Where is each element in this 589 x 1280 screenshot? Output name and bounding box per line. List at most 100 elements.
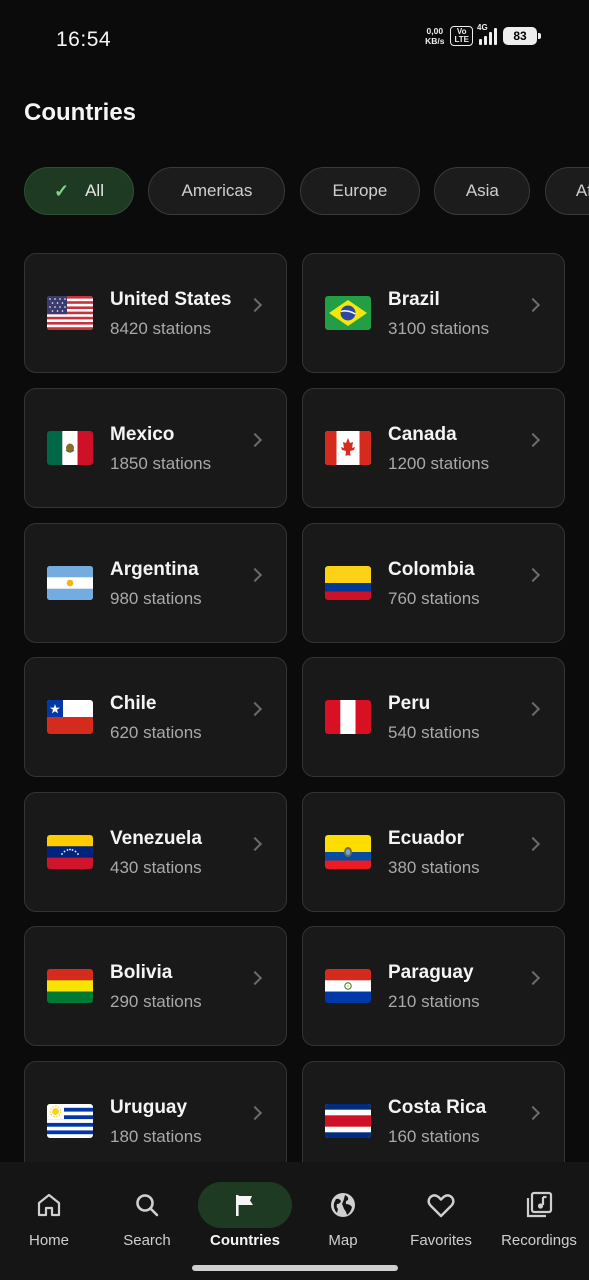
- paraguay-flag-icon: [325, 969, 371, 1003]
- filter-chip-all[interactable]: ✓ All: [24, 167, 134, 215]
- heart-icon: [394, 1182, 488, 1228]
- country-card-united-states[interactable]: United States 8420 stations: [24, 253, 287, 373]
- search-icon: [100, 1182, 194, 1228]
- music-library-icon: [492, 1182, 586, 1228]
- station-count: 380 stations: [388, 858, 480, 877]
- country-name: Paraguay: [388, 962, 474, 983]
- region-filter-chips: ✓ All Americas Europe Asia Africa: [24, 167, 589, 217]
- us-flag-icon: [47, 296, 93, 330]
- chevron-right-icon: [525, 297, 541, 313]
- station-count: 290 stations: [110, 992, 202, 1011]
- chevron-right-icon: [525, 1105, 541, 1121]
- volte-icon: Vo LTE: [450, 26, 473, 46]
- station-count: 980 stations: [110, 589, 202, 608]
- chevron-right-icon: [525, 567, 541, 583]
- country-name: Argentina: [110, 559, 199, 580]
- station-count: 180 stations: [110, 1127, 202, 1146]
- country-card-brazil[interactable]: Brazil 3100 stations: [302, 253, 565, 373]
- station-count: 760 stations: [388, 589, 480, 608]
- station-count: 1200 stations: [388, 454, 490, 473]
- filter-chip-asia[interactable]: Asia: [434, 167, 531, 215]
- chevron-right-icon: [247, 1105, 263, 1121]
- country-name: Ecuador: [388, 828, 465, 849]
- country-grid: United States 8420 stations Brazil 3100 …: [24, 253, 565, 1162]
- country-name: Peru: [388, 693, 431, 714]
- country-name: Bolivia: [110, 962, 173, 983]
- country-card-argentina[interactable]: Argentina 980 stations: [24, 523, 287, 643]
- chevron-right-icon: [247, 432, 263, 448]
- chevron-right-icon: [525, 836, 541, 852]
- chile-flag-icon: [47, 700, 93, 734]
- status-time: 16:54: [56, 28, 112, 51]
- home-icon: [2, 1182, 96, 1228]
- globe-icon: [296, 1182, 390, 1228]
- country-name: Mexico: [110, 424, 175, 445]
- chevron-right-icon: [247, 297, 263, 313]
- bottom-navigation: Home Search Countries Map Favorites Reco…: [0, 1162, 589, 1280]
- status-indicators: 0,00 KB/s Vo LTE 4G 83: [425, 23, 541, 46]
- page-title: Countries: [24, 99, 137, 126]
- mexico-flag-icon: [47, 431, 93, 465]
- battery-icon: 83: [503, 27, 541, 45]
- chevron-right-icon: [247, 701, 263, 717]
- country-name: Colombia: [388, 559, 475, 580]
- station-count: 1850 stations: [110, 454, 212, 473]
- nav-map[interactable]: Map: [294, 1162, 392, 1262]
- country-card-uruguay[interactable]: Uruguay 180 stations: [24, 1061, 287, 1162]
- station-count: 8420 stations: [110, 319, 212, 338]
- station-count: 620 stations: [110, 723, 202, 742]
- costa-rica-flag-icon: [325, 1104, 371, 1138]
- country-card-colombia[interactable]: Colombia 760 stations: [302, 523, 565, 643]
- chevron-right-icon: [247, 567, 263, 583]
- nav-recordings[interactable]: Recordings: [490, 1162, 588, 1262]
- peru-flag-icon: [325, 700, 371, 734]
- country-name: Brazil: [388, 289, 440, 310]
- chevron-right-icon: [247, 836, 263, 852]
- chevron-right-icon: [525, 432, 541, 448]
- station-count: 540 stations: [388, 723, 480, 742]
- colombia-flag-icon: [325, 566, 371, 600]
- station-count: 3100 stations: [388, 319, 490, 338]
- filter-chip-africa[interactable]: Africa: [544, 167, 589, 215]
- signal-icon: 4G: [477, 23, 497, 45]
- country-card-canada[interactable]: Canada 1200 stations: [302, 388, 565, 508]
- ecuador-flag-icon: [325, 835, 371, 869]
- nav-countries[interactable]: Countries: [196, 1162, 294, 1262]
- country-card-ecuador[interactable]: Ecuador 380 stations: [302, 792, 565, 912]
- country-card-chile[interactable]: Chile 620 stations: [24, 657, 287, 777]
- station-count: 160 stations: [388, 1127, 480, 1146]
- chevron-right-icon: [525, 701, 541, 717]
- uruguay-flag-icon: [47, 1104, 93, 1138]
- filter-chip-europe[interactable]: Europe: [299, 167, 420, 215]
- check-icon: ✓: [54, 180, 70, 201]
- country-card-venezuela[interactable]: Venezuela 430 stations: [24, 792, 287, 912]
- bolivia-flag-icon: [47, 969, 93, 1003]
- venezuela-flag-icon: [47, 835, 93, 869]
- station-count: 210 stations: [388, 992, 480, 1011]
- nav-home[interactable]: Home: [0, 1162, 98, 1262]
- chevron-right-icon: [247, 970, 263, 986]
- country-card-paraguay[interactable]: Paraguay 210 stations: [302, 926, 565, 1046]
- chevron-right-icon: [525, 970, 541, 986]
- country-name: Venezuela: [110, 828, 202, 849]
- status-bar: 16:54 0,00 KB/s Vo LTE 4G 83: [0, 0, 589, 80]
- canada-flag-icon: [325, 431, 371, 465]
- filter-chip-americas[interactable]: Americas: [148, 167, 286, 215]
- country-card-costa-rica[interactable]: Costa Rica 160 stations: [302, 1061, 565, 1162]
- station-count: 430 stations: [110, 858, 202, 877]
- nav-favorites[interactable]: Favorites: [392, 1162, 490, 1262]
- flag-icon: [198, 1182, 292, 1228]
- country-card-bolivia[interactable]: Bolivia 290 stations: [24, 926, 287, 1046]
- country-card-mexico[interactable]: Mexico 1850 stations: [24, 388, 287, 508]
- nav-search[interactable]: Search: [98, 1162, 196, 1262]
- brazil-flag-icon: [325, 296, 371, 330]
- country-card-peru[interactable]: Peru 540 stations: [302, 657, 565, 777]
- network-speed: 0,00 KB/s: [425, 26, 445, 46]
- country-name: Uruguay: [110, 1097, 188, 1118]
- argentina-flag-icon: [47, 566, 93, 600]
- home-indicator[interactable]: [192, 1265, 398, 1271]
- country-name: Canada: [388, 424, 457, 445]
- country-name: United States: [110, 289, 232, 310]
- country-name: Chile: [110, 693, 157, 714]
- country-name: Costa Rica: [388, 1097, 487, 1118]
